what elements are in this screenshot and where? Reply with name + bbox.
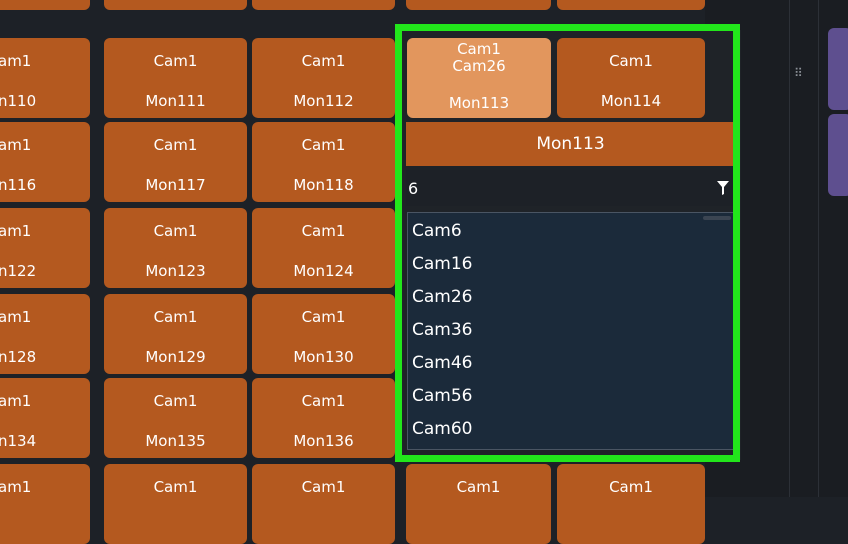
tile-monitor-label: n110 xyxy=(0,92,37,110)
tile-monitor-label: Mon107 xyxy=(406,0,551,2)
list-scrollbar[interactable] xyxy=(703,216,731,220)
tile-camera-label: Cam1 xyxy=(301,136,346,154)
tile-monitor-label: Mon113 xyxy=(448,94,510,112)
camera-filter-input[interactable] xyxy=(408,176,698,200)
tile-camera-label: am1 xyxy=(0,52,32,70)
tile-monitor-label: Mon135 xyxy=(145,432,206,450)
monitor-tile[interactable]: Cam1 Mon117 xyxy=(104,122,247,202)
camera-results-list[interactable]: Cam6 Cam16 Cam26 Cam36 Cam46 Cam56 Cam60 xyxy=(407,212,735,450)
monitor-tile[interactable]: am1 n116 xyxy=(0,122,90,202)
tile-camera-label: Cam1 xyxy=(153,222,198,240)
tile-monitor-label: n122 xyxy=(0,262,37,280)
tile-camera-label: Cam1 xyxy=(456,478,501,496)
tile-camera-label: am1 xyxy=(0,222,32,240)
tile-pending-camera-label: Cam26 xyxy=(452,57,506,75)
monitor-tile[interactable]: am1 n134 xyxy=(0,378,90,458)
monitor-tile[interactable]: Cam1 Mon114 xyxy=(557,38,705,118)
tile-camera-label: Cam1 xyxy=(301,222,346,240)
tile-monitor-label: Mon111 xyxy=(145,92,206,110)
tile-camera-label: Cam1 xyxy=(153,308,198,326)
tile-monitor-label: Mon112 xyxy=(293,92,354,110)
tile-monitor-label: Mon130 xyxy=(293,348,354,366)
tile-monitor-label: Mon117 xyxy=(145,176,206,194)
list-item[interactable]: Cam6 xyxy=(412,221,462,241)
selected-monitor-tile[interactable]: Cam1 Cam26 Mon113 xyxy=(407,38,551,118)
list-item[interactable]: Cam36 xyxy=(412,320,472,340)
tile-monitor-label: Mon124 xyxy=(293,262,354,280)
tile-camera-label: am1 xyxy=(0,308,32,326)
monitor-tile[interactable]: Cam1 xyxy=(406,464,551,544)
tile-monitor-label: n104 xyxy=(0,0,90,2)
monitor-tile[interactable]: n104 xyxy=(0,0,90,10)
tile-camera-label: Cam1 xyxy=(609,478,653,496)
monitor-tile[interactable]: am1 n128 xyxy=(0,294,90,374)
monitor-tile[interactable]: Cam1 Mon129 xyxy=(104,294,247,374)
tile-camera-label: Cam1 xyxy=(153,478,198,496)
monitor-tile[interactable]: Cam1 Mon123 xyxy=(104,208,247,288)
tile-monitor-label: n116 xyxy=(0,176,37,194)
tile-monitor-label: Mon129 xyxy=(145,348,206,366)
side-tab-button[interactable] xyxy=(828,28,848,110)
filter-icon[interactable] xyxy=(717,181,729,195)
tile-monitor-label: n134 xyxy=(0,432,37,450)
monitor-tile[interactable]: Cam1 xyxy=(557,464,705,544)
monitor-tile[interactable]: Mon108 xyxy=(557,0,705,10)
tile-camera-label: Cam1 xyxy=(301,478,346,496)
monitor-tile[interactable]: Cam1 Mon111 xyxy=(104,38,247,118)
tile-monitor-label: Mon105 xyxy=(104,0,247,2)
tile-monitor-label: Mon118 xyxy=(293,176,354,194)
monitor-tile[interactable]: Cam1 Mon124 xyxy=(252,208,395,288)
panel-divider xyxy=(789,0,790,497)
tile-monitor-label: Mon136 xyxy=(293,432,354,450)
tile-camera-label: am1 xyxy=(0,136,32,154)
tile-camera-label: Cam1 xyxy=(457,40,501,58)
camera-filter-row xyxy=(406,170,735,206)
tile-camera-label: Cam1 xyxy=(301,52,346,70)
tile-camera-label: Cam1 xyxy=(609,52,653,70)
list-item[interactable]: Cam56 xyxy=(412,386,472,406)
monitor-tile[interactable]: Mon107 xyxy=(406,0,551,10)
tile-monitor-label: Mon108 xyxy=(557,0,705,2)
monitor-tile[interactable]: Mon106 xyxy=(252,0,395,10)
monitor-tile[interactable]: Cam1 xyxy=(252,464,395,544)
list-item[interactable]: Cam16 xyxy=(412,254,472,274)
tile-camera-label: Cam1 xyxy=(301,392,346,410)
selected-monitor-header: Mon113 xyxy=(406,122,735,166)
list-item[interactable]: Cam60 xyxy=(412,419,472,439)
monitor-tile[interactable]: am1 n110 xyxy=(0,38,90,118)
monitor-tile[interactable]: Cam1 Mon135 xyxy=(104,378,247,458)
monitor-tile[interactable]: Cam1 xyxy=(104,464,247,544)
tile-monitor-label: Mon106 xyxy=(252,0,395,2)
monitor-tile[interactable]: am1 xyxy=(0,464,90,544)
tile-camera-label: Cam1 xyxy=(301,308,346,326)
list-item[interactable]: Cam26 xyxy=(412,287,472,307)
monitor-tile[interactable]: am1 n122 xyxy=(0,208,90,288)
monitor-tile[interactable]: Cam1 Mon112 xyxy=(252,38,395,118)
tile-camera-label: am1 xyxy=(0,478,32,496)
tile-camera-label: am1 xyxy=(0,392,32,410)
tile-monitor-label: Mon114 xyxy=(600,92,662,110)
monitor-tile[interactable]: Cam1 Mon130 xyxy=(252,294,395,374)
tile-camera-label: Cam1 xyxy=(153,392,198,410)
drag-handle-icon[interactable]: ⠿ xyxy=(794,66,803,80)
tile-camera-label: Cam1 xyxy=(153,136,198,154)
monitor-tile[interactable]: Cam1 Mon118 xyxy=(252,122,395,202)
tile-monitor-label: n128 xyxy=(0,348,37,366)
monitor-tile[interactable]: Cam1 Mon136 xyxy=(252,378,395,458)
tile-camera-label: Cam1 xyxy=(153,52,198,70)
tile-monitor-label: Mon123 xyxy=(145,262,206,280)
panel-divider xyxy=(818,0,819,497)
monitor-tile[interactable]: Mon105 xyxy=(104,0,247,10)
side-tab-button[interactable] xyxy=(828,114,848,196)
list-item[interactable]: Cam46 xyxy=(412,353,472,373)
